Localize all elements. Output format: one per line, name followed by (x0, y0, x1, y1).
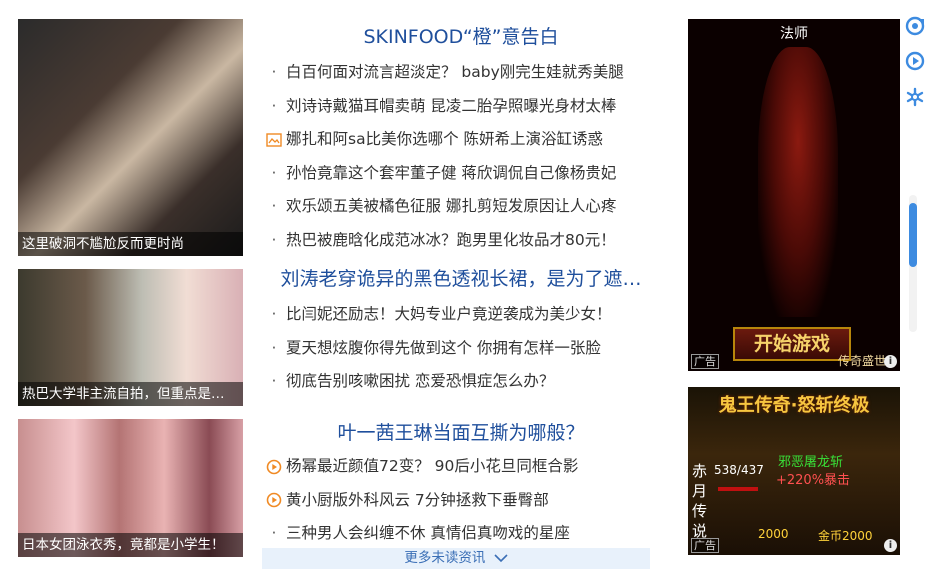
news-item-text: 白百何面对流言超淡定？ baby刚完生娃就秀美腿 (286, 63, 624, 81)
ad-info-icon[interactable]: i (884, 355, 897, 368)
bullet-dot-icon: · (271, 163, 277, 182)
thumbnail-caption: 这里破洞不尴尬反而更时尚 (18, 232, 243, 256)
chevron-down-icon (494, 553, 508, 562)
ad-crit-text: +220%暴击 (776, 473, 851, 488)
news-item[interactable]: · 热巴被鹿晗化成范冰冰？跑男里化妆品才80元！ (262, 224, 660, 258)
play-icon[interactable] (905, 51, 925, 71)
ad-skill-name: 邪恶屠龙斩 (778, 455, 844, 470)
ad-gold-label: 金币2000 (818, 529, 873, 543)
thumbnail-1[interactable]: 这里破洞不尴尬反而更时尚 (18, 19, 243, 256)
ad-hp-bar (718, 487, 758, 491)
news-list: · 比闫妮还励志！大妈专业户竟逆袭成为美少女！ · 夏天想炫腹你得先做到这个 你拥有怎… (262, 298, 660, 399)
game-ad-top[interactable]: 法师 开始游戏 广告 传奇盛世 i (688, 19, 900, 371)
settings-icon[interactable] (905, 87, 925, 107)
ad-title: 法师 (780, 26, 808, 42)
news-item[interactable]: 杨幂最近颜值72变？ 90后小花旦同框合影 (262, 450, 660, 484)
news-item-text: 娜扎和阿sa比美你选哪个 陈妍希上演浴缸诱惑 (286, 130, 604, 148)
thumbnail-caption: 日本女团泳衣秀，竟都是小学生！ (18, 533, 243, 557)
news-list: 杨幂最近颜值72变？ 90后小花旦同框合影 黄小厨版外科风云 7分钟拯救下垂臀部 ·… (262, 450, 660, 551)
news-item[interactable]: · 彻底告别咳嗽困扰 恋爱恐惧症怎么办？ (262, 365, 660, 399)
news-item-text: 杨幂最近颜值72变？ 90后小花旦同框合影 (286, 457, 579, 475)
news-item-text: 比闫妮还励志！大妈专业户竟逆袭成为美少女！ (286, 305, 612, 323)
thumbnail-image (18, 19, 243, 256)
thumbnail-3[interactable]: 日本女团泳衣秀，竟都是小学生！ (18, 419, 243, 557)
news-item-text: 热巴被鹿晗化成范冰冰？跑男里化妆品才80元！ (286, 230, 616, 249)
bullet-dot-icon: · (271, 305, 277, 323)
news-item[interactable]: 娜扎和阿sa比美你选哪个 陈妍希上演浴缸诱惑 (262, 123, 660, 157)
ad-info-icon[interactable]: i (884, 539, 897, 552)
ad-tag: 广告 (691, 354, 719, 369)
news-item[interactable]: · 欢乐颂五美被橘色征服 娜扎剪短发原因让人心疼 (262, 190, 660, 224)
news-item-text: 孙怡竟靠这个套牢董子健 蒋欣调侃自己像杨贵妃 (286, 163, 617, 182)
ad-brand: 传奇盛世 (837, 354, 886, 368)
more-news-button[interactable]: 更多未读资讯 (262, 548, 650, 569)
news-item[interactable]: · 白百何面对流言超淡定？ baby刚完生娃就秀美腿 (262, 56, 660, 90)
ad-character-image (758, 47, 838, 317)
bullet-dot-icon: · (271, 338, 277, 357)
news-list: · 白百何面对流言超淡定？ baby刚完生娃就秀美腿 · 刘诗诗戴猫耳帽卖萌 昆凌二胎… (262, 56, 660, 257)
thumbnail-caption: 热巴大学非主流自拍，但重点是… (18, 382, 243, 406)
bullet-dot-icon: · (271, 197, 277, 215)
bullet-dot-icon: · (271, 230, 277, 249)
ad-gold-left: 2000 (758, 527, 789, 541)
start-game-button[interactable]: 开始游戏 (733, 327, 851, 361)
headline-link[interactable]: 刘涛老穿诡异的黑色透视长裙，是为了遮… (262, 264, 660, 291)
ad-side-text: 赤月传说 (692, 462, 708, 540)
news-item[interactable]: · 孙怡竟靠这个套牢董子健 蒋欣调侃自己像杨贵妃 (262, 157, 660, 191)
news-item-text: 三种男人会纠缠不休 真情侣真吻戏的星座 (286, 524, 570, 542)
more-news-label: 更多未读资讯 (404, 550, 486, 566)
headline-link[interactable]: 叶一茜王琳当面互撕为哪般？ (262, 418, 660, 445)
scrollbar-thumb[interactable] (909, 203, 917, 267)
news-item-text: 夏天想炫腹你得先做到这个 你拥有怎样一张脸 (286, 338, 601, 357)
bullet-dot-icon: · (271, 524, 277, 542)
news-item[interactable]: · 三种男人会纠缠不休 真情侣真吻戏的星座 (262, 517, 660, 551)
image-gallery-icon (262, 133, 286, 147)
bullet-dot-icon: · (271, 96, 277, 115)
ad-title: 鬼王传奇·怒斩终极 (718, 395, 870, 416)
ad-stat: 538/437 (714, 463, 764, 477)
news-item-text: 欢乐颂五美被橘色征服 娜扎剪短发原因让人心疼 (286, 197, 617, 215)
ad-tag: 广告 (691, 538, 719, 553)
bullet-dot-icon: · (271, 63, 277, 81)
game-ad-bottom[interactable]: 鬼王传奇·怒斩终极 赤月传说 538/437 邪恶屠龙斩 +220%暴击 200… (688, 387, 900, 555)
news-item[interactable]: 黄小厨版外科风云 7分钟拯救下垂臀部 (262, 484, 660, 518)
news-item[interactable]: · 夏天想炫腹你得先做到这个 你拥有怎样一张脸 (262, 332, 660, 366)
news-item-text: 刘诗诗戴猫耳帽卖萌 昆凌二胎孕照曝光身材太棒 (286, 96, 617, 115)
thumbnail-2[interactable]: 热巴大学非主流自拍，但重点是… (18, 269, 243, 406)
news-item[interactable]: · 比闫妮还励志！大妈专业户竟逆袭成为美少女！ (262, 298, 660, 332)
news-item-text: 黄小厨版外科风云 7分钟拯救下垂臀部 (286, 490, 549, 509)
refresh-icon[interactable] (905, 16, 925, 36)
headline-link[interactable]: SKINFOOD“橙”意告白 (262, 22, 660, 49)
news-item[interactable]: · 刘诗诗戴猫耳帽卖萌 昆凌二胎孕照曝光身材太棒 (262, 90, 660, 124)
news-item-text: 彻底告别咳嗽困扰 恋爱恐惧症怎么办？ (286, 372, 555, 390)
video-play-icon (262, 492, 286, 508)
bullet-dot-icon: · (271, 372, 277, 390)
video-play-icon (262, 459, 286, 475)
